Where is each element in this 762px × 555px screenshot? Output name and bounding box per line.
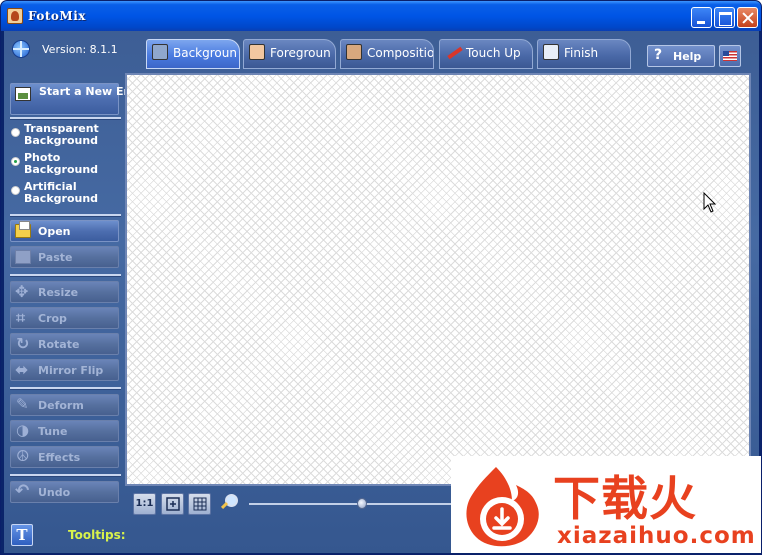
- zoom-slider[interactable]: [249, 503, 459, 505]
- new-project-label: Start a New Empty Project: [39, 85, 204, 98]
- crop-label: Crop: [38, 312, 67, 325]
- tab-label: Touch Up: [466, 46, 521, 60]
- fit-icon: [165, 497, 180, 511]
- rotate-button[interactable]: Rotate: [10, 333, 119, 355]
- paste-label: Paste: [38, 251, 73, 264]
- resize-icon: [15, 282, 31, 301]
- tab-label: Foregroun: [270, 46, 331, 60]
- paste-button[interactable]: Paste: [10, 246, 119, 268]
- tab-label: Backgroun: [173, 46, 237, 60]
- grid-button[interactable]: [188, 493, 211, 515]
- tab-touch-up[interactable]: Touch Up: [439, 39, 533, 69]
- tab-label: Compositio: [367, 46, 434, 60]
- open-button[interactable]: Open: [10, 220, 119, 242]
- folder-icon: [15, 221, 31, 238]
- undo-button[interactable]: Undo: [10, 481, 119, 503]
- zoom-slider-thumb[interactable]: [357, 498, 368, 509]
- deform-label: Deform: [38, 399, 84, 412]
- open-label: Open: [38, 225, 71, 238]
- help-button[interactable]: ? Help: [647, 45, 715, 67]
- minimize-button[interactable]: [691, 7, 712, 28]
- radio-label: Transparent Background: [24, 122, 99, 147]
- mirror-flip-button[interactable]: Mirror Flip: [10, 359, 119, 381]
- fit-to-window-button[interactable]: [161, 493, 184, 515]
- tune-icon: [15, 421, 31, 439]
- radio-photo-background[interactable]: Photo Background: [10, 152, 122, 180]
- resize-label: Resize: [38, 286, 79, 299]
- tune-button[interactable]: Tune: [10, 420, 119, 442]
- rotate-label: Rotate: [38, 338, 80, 351]
- mirror-flip-label: Mirror Flip: [38, 364, 104, 377]
- effects-button[interactable]: Effects: [10, 446, 119, 468]
- divider: [10, 214, 121, 217]
- radio-indicator[interactable]: [11, 186, 20, 195]
- background-tab-icon: [152, 44, 168, 60]
- resize-button[interactable]: Resize: [10, 281, 119, 303]
- deform-icon: [15, 395, 31, 413]
- mirror-flip-icon: [15, 360, 31, 379]
- close-button[interactable]: [737, 7, 758, 28]
- new-project-button[interactable]: Start a New Empty Project: [10, 83, 204, 115]
- clipboard-icon: [15, 250, 31, 264]
- tab-label: Finish: [564, 46, 599, 60]
- radio-indicator[interactable]: [11, 128, 20, 137]
- undo-label: Undo: [38, 486, 71, 499]
- radio-artificial-background[interactable]: Artificial Background: [10, 181, 122, 209]
- help-label: Help: [673, 50, 702, 63]
- window-title: FotoMix: [28, 9, 86, 23]
- question-icon: ?: [654, 47, 663, 63]
- deform-button[interactable]: Deform: [10, 394, 119, 416]
- divider: [10, 274, 121, 277]
- magnifier-icon: [219, 493, 238, 511]
- grid-icon: [193, 497, 206, 511]
- new-project-icon: [15, 87, 31, 101]
- radio-indicator[interactable]: [11, 157, 20, 166]
- watermark-title: 下载火: [553, 472, 697, 527]
- effects-label: Effects: [38, 451, 81, 464]
- crop-icon: [15, 308, 31, 328]
- us-flag-icon: [723, 51, 737, 61]
- tooltips-toggle-button[interactable]: T: [11, 524, 33, 546]
- rotate-icon: [15, 334, 31, 353]
- title-bar[interactable]: FotoMix: [1, 1, 761, 31]
- tab-foreground[interactable]: Foregroun: [243, 39, 336, 69]
- composition-tab-icon: [346, 44, 362, 60]
- image-canvas[interactable]: [125, 73, 751, 486]
- effects-icon: [15, 447, 31, 465]
- tab-background[interactable]: Backgroun: [146, 39, 240, 69]
- actual-size-button[interactable]: 1:1: [133, 493, 156, 515]
- watermark-logo: [466, 467, 539, 547]
- divider: [10, 474, 121, 477]
- fotomix-window: FotoMix Version: 8.1.1 Backgroun Foregro…: [0, 0, 762, 555]
- language-button[interactable]: [719, 45, 741, 67]
- radio-transparent-background[interactable]: Transparent Background: [10, 123, 122, 151]
- tab-finish[interactable]: Finish: [537, 39, 631, 69]
- divider: [10, 387, 121, 390]
- brush-icon: [445, 44, 461, 60]
- version-row: Version: 8.1.1: [10, 39, 125, 61]
- crop-button[interactable]: Crop: [10, 307, 119, 329]
- radio-label: Artificial Background: [24, 180, 99, 205]
- zoom-toolbar: 1:1: [125, 489, 485, 519]
- radio-label: Photo Background: [24, 151, 99, 176]
- app-icon: [7, 8, 23, 24]
- tab-composition[interactable]: Compositio: [340, 39, 434, 69]
- foreground-tab-icon: [249, 44, 265, 60]
- version-label: Version: 8.1.1: [42, 43, 118, 56]
- tooltips-label: Tooltips:: [68, 528, 126, 542]
- watermark-domain: xiazaihuo.com: [557, 523, 756, 549]
- globe-icon[interactable]: [12, 40, 30, 58]
- undo-icon: [15, 481, 31, 501]
- watermark: 下载火 xiazaihuo.com: [451, 456, 761, 553]
- finish-tab-icon: [543, 44, 559, 60]
- divider: [10, 117, 121, 120]
- maximize-button[interactable]: [714, 7, 735, 28]
- tune-label: Tune: [38, 425, 68, 438]
